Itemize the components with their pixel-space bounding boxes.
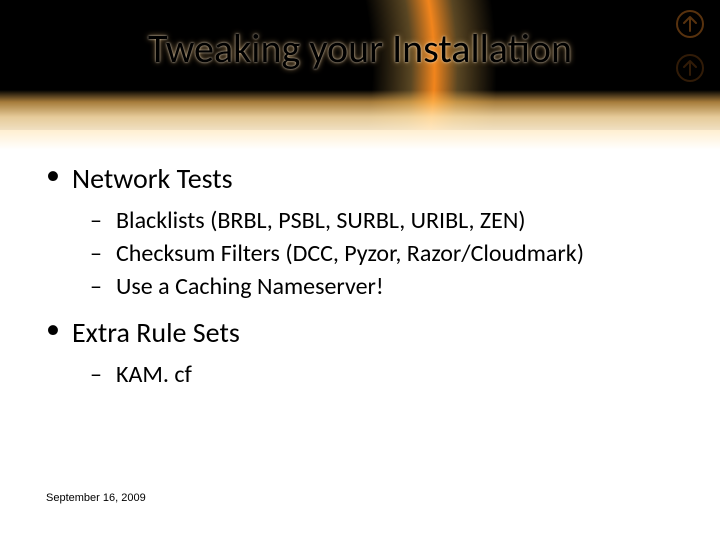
subbullet-checksum-filters: Checksum Filters (DCC, Pyzor, Razor/Clou… [46,239,690,268]
bullet-extra-rule-sets: Extra Rule Sets [46,315,690,350]
bullet-network-tests: Network Tests [46,161,690,196]
footer-date: September 16, 2009 [46,492,146,504]
subbullet-caching-nameserver: Use a Caching Nameserver! [46,272,690,301]
slide: Tweaking your Installation Network Tests… [0,0,720,540]
slide-body: Network Tests Blacklists (BRBL, PSBL, SU… [46,155,690,393]
slide-title: Tweaking your Installation [0,24,720,73]
subbullet-kam-cf: KAM. cf [46,360,690,389]
subbullet-blacklists: Blacklists (BRBL, PSBL, SURBL, URIBL, ZE… [46,206,690,235]
